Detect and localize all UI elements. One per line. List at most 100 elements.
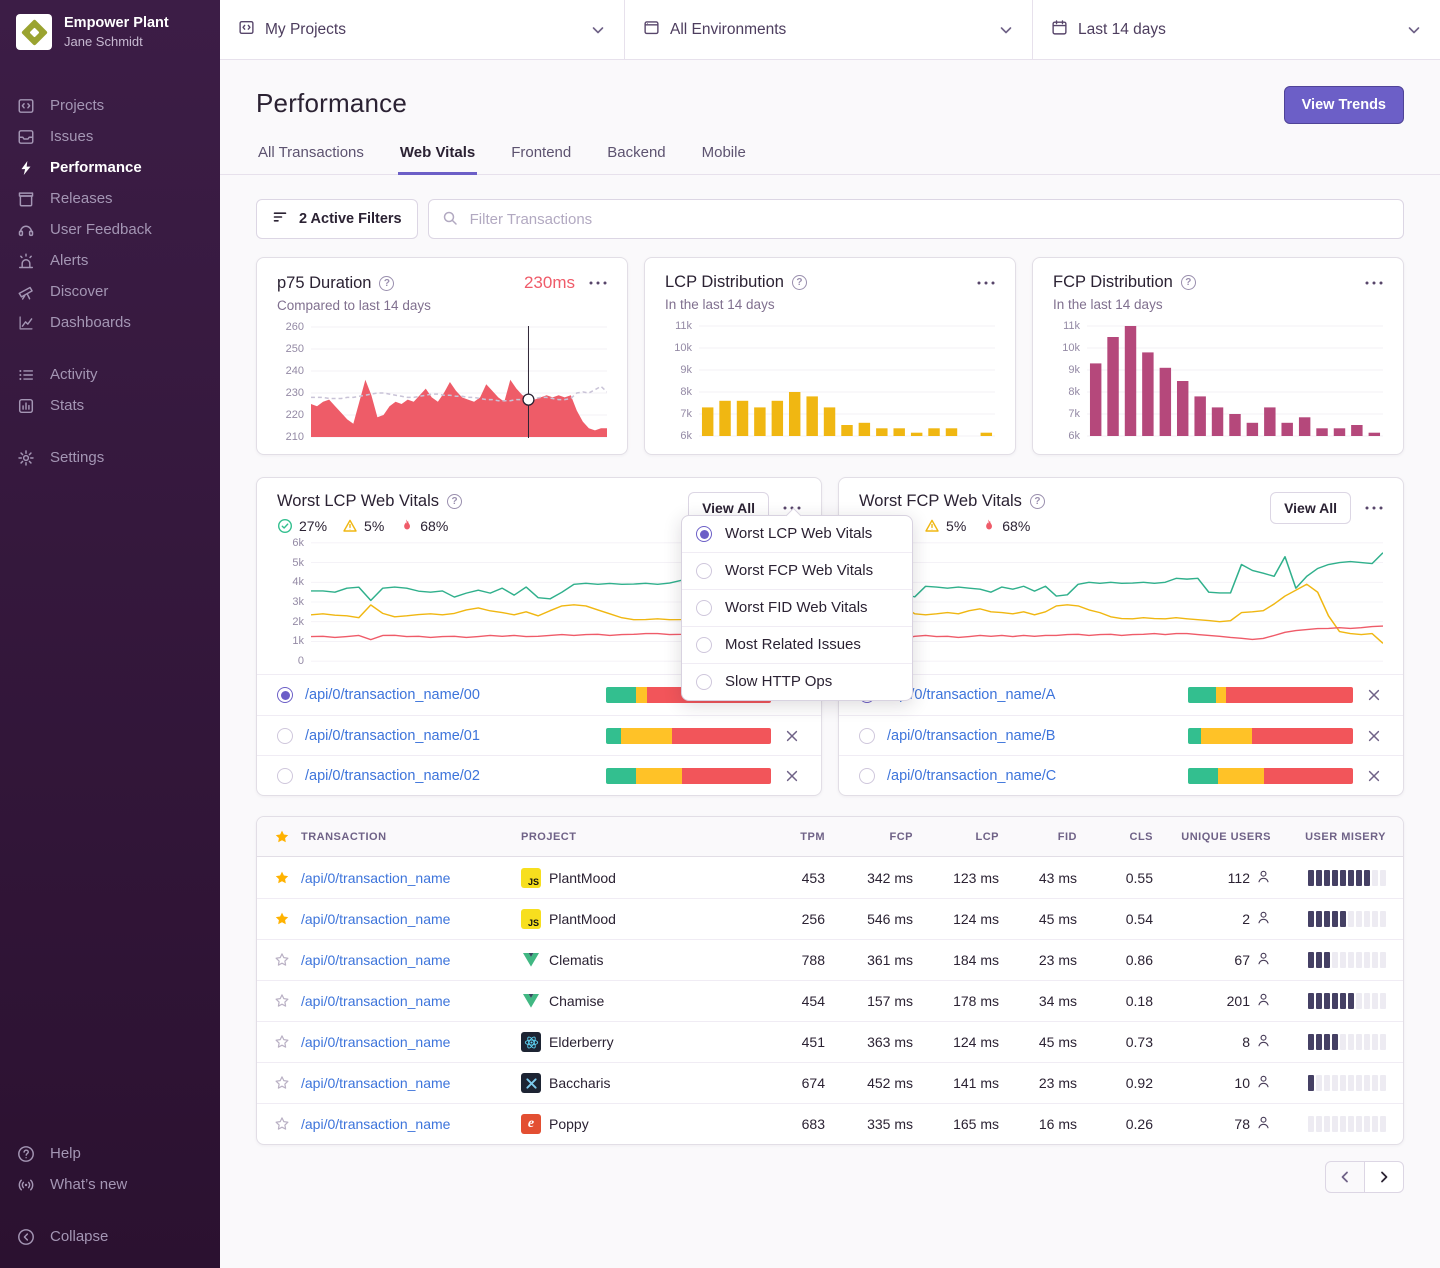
more-options-icon[interactable]	[1351, 277, 1383, 289]
environment-selector[interactable]: All Environments	[625, 0, 1033, 59]
column-header[interactable]: FCP	[825, 831, 913, 843]
more-options-icon[interactable]	[963, 277, 995, 289]
transaction-link[interactable]: /api/0/transaction_name/02	[305, 768, 594, 784]
more-options-icon[interactable]	[1351, 502, 1383, 514]
star-toggle[interactable]	[257, 870, 301, 886]
sidebar-item-alerts[interactable]: Alerts	[0, 245, 220, 276]
sidebar-item-help[interactable]: Help	[0, 1138, 220, 1169]
transaction-link[interactable]: /api/0/transaction_name/B	[887, 728, 1176, 744]
previous-page-button[interactable]	[1325, 1161, 1365, 1193]
help-icon[interactable]: ?	[792, 275, 807, 290]
performance-icon	[16, 159, 35, 177]
sidebar-item-settings[interactable]: Settings	[0, 442, 220, 473]
star-toggle[interactable]	[257, 1075, 301, 1091]
fid-value: 45 ms	[999, 1034, 1077, 1050]
table-row: /api/0/transaction_nameBaccharis674452 m…	[257, 1062, 1403, 1103]
fid-value: 34 ms	[999, 993, 1077, 1009]
column-header[interactable]: TRANSACTION	[301, 831, 521, 843]
lcp-distribution-chart[interactable]	[699, 325, 995, 437]
radio-button[interactable]	[277, 728, 293, 744]
org-switcher[interactable]: Empower Plant Jane Schmidt	[0, 0, 220, 64]
transaction-link[interactable]: /api/0/transaction_name	[301, 1075, 450, 1091]
fcp-distribution-chart[interactable]	[1087, 325, 1383, 437]
unique-users-value: 10	[1153, 1074, 1271, 1092]
star-toggle[interactable]	[257, 1116, 301, 1132]
transaction-link[interactable]: /api/0/transaction_name/01	[305, 728, 594, 744]
view-all-button[interactable]: View All	[1270, 492, 1351, 524]
transaction-link[interactable]: /api/0/transaction_name/A	[887, 687, 1176, 703]
dropdown-option-worst-lcp-web-vitals[interactable]: Worst LCP Web Vitals	[682, 516, 912, 552]
sidebar-item-what-s-new[interactable]: What’s new	[0, 1169, 220, 1200]
project-selector[interactable]: My Projects	[220, 0, 625, 59]
transaction-link[interactable]: /api/0/transaction_name	[301, 993, 450, 1009]
sidebar-item-discover[interactable]: Discover	[0, 276, 220, 307]
star-toggle[interactable]	[257, 952, 301, 968]
user-misery-bar	[1271, 1116, 1403, 1132]
transaction-link[interactable]: /api/0/transaction_name/00	[305, 687, 594, 703]
sidebar-item-releases[interactable]: Releases	[0, 183, 220, 214]
card-title: p75 Duration	[277, 274, 371, 293]
tab-frontend[interactable]: Frontend	[509, 144, 573, 175]
column-header[interactable]: FID	[999, 831, 1077, 843]
dropdown-option-slow-http-ops[interactable]: Slow HTTP Ops	[682, 663, 912, 700]
dropdown-option-most-related-issues[interactable]: Most Related Issues	[682, 626, 912, 663]
tab-backend[interactable]: Backend	[605, 144, 667, 175]
view-trends-button[interactable]: View Trends	[1284, 86, 1404, 124]
close-icon[interactable]	[1365, 769, 1383, 783]
tab-all-transactions[interactable]: All Transactions	[256, 144, 366, 175]
star-toggle[interactable]	[257, 911, 301, 927]
sidebar-item-issues[interactable]: Issues	[0, 121, 220, 152]
sidebar-item-activity[interactable]: Activity	[0, 359, 220, 390]
column-header[interactable]: TPM	[761, 831, 825, 843]
star-toggle[interactable]	[257, 1034, 301, 1050]
dropdown-option-label: Most Related Issues	[725, 635, 861, 655]
worst-fcp-vitals-chart[interactable]	[893, 542, 1383, 662]
date-range-selector[interactable]: Last 14 days	[1033, 0, 1440, 59]
transaction-link[interactable]: /api/0/transaction_name/C	[887, 768, 1176, 784]
sidebar-item-stats[interactable]: Stats	[0, 390, 220, 421]
transaction-link[interactable]: /api/0/transaction_name	[301, 1116, 450, 1132]
active-filters-button[interactable]: 2 Active Filters	[256, 199, 418, 239]
dropdown-option-worst-fcp-web-vitals[interactable]: Worst FCP Web Vitals	[682, 552, 912, 589]
transaction-link[interactable]: /api/0/transaction_name	[301, 1034, 450, 1050]
filter-icon	[272, 209, 288, 229]
dropdown-option-worst-fid-web-vitals[interactable]: Worst FID Web Vitals	[682, 589, 912, 626]
close-icon[interactable]	[1365, 729, 1383, 743]
tab-web-vitals[interactable]: Web Vitals	[398, 144, 477, 175]
help-icon[interactable]: ?	[1030, 494, 1045, 509]
transaction-link[interactable]: /api/0/transaction_name	[301, 870, 450, 886]
person-icon	[1256, 1074, 1271, 1092]
radio-button[interactable]	[277, 687, 293, 703]
close-icon[interactable]	[783, 769, 801, 783]
vitals-rows: /api/0/transaction_name/A/api/0/transact…	[839, 674, 1403, 795]
next-page-button[interactable]	[1364, 1161, 1404, 1193]
help-icon[interactable]: ?	[379, 276, 394, 291]
javascript-icon: JS	[521, 868, 541, 888]
radio-button[interactable]	[859, 768, 875, 784]
sidebar-item-performance[interactable]: Performance	[0, 152, 220, 183]
column-header[interactable]: USER MISERY	[1271, 831, 1403, 843]
radio-button	[696, 526, 712, 542]
star-toggle[interactable]	[257, 993, 301, 1009]
tab-mobile[interactable]: Mobile	[700, 144, 748, 175]
radio-button[interactable]	[859, 728, 875, 744]
sidebar-item-projects[interactable]: Projects	[0, 90, 220, 121]
warning-icon	[342, 518, 358, 534]
transaction-link[interactable]: /api/0/transaction_name	[301, 952, 450, 968]
search-input[interactable]	[468, 210, 1390, 229]
transaction-link[interactable]: /api/0/transaction_name	[301, 911, 450, 927]
more-options-icon[interactable]	[575, 277, 607, 289]
p75-duration-chart[interactable]	[311, 326, 607, 438]
column-header[interactable]: CLS	[1077, 831, 1153, 843]
close-icon[interactable]	[783, 729, 801, 743]
column-header[interactable]: UNIQUE USERS	[1153, 831, 1271, 843]
radio-button[interactable]	[277, 768, 293, 784]
sidebar-item-collapse[interactable]: Collapse	[0, 1221, 220, 1252]
sidebar-item-user-feedback[interactable]: User Feedback	[0, 214, 220, 245]
sidebar-item-dashboards[interactable]: Dashboards	[0, 307, 220, 338]
close-icon[interactable]	[1365, 688, 1383, 702]
help-icon[interactable]: ?	[447, 494, 462, 509]
column-header[interactable]: PROJECT	[521, 831, 761, 843]
column-header[interactable]: LCP	[913, 831, 999, 843]
help-icon[interactable]: ?	[1181, 275, 1196, 290]
